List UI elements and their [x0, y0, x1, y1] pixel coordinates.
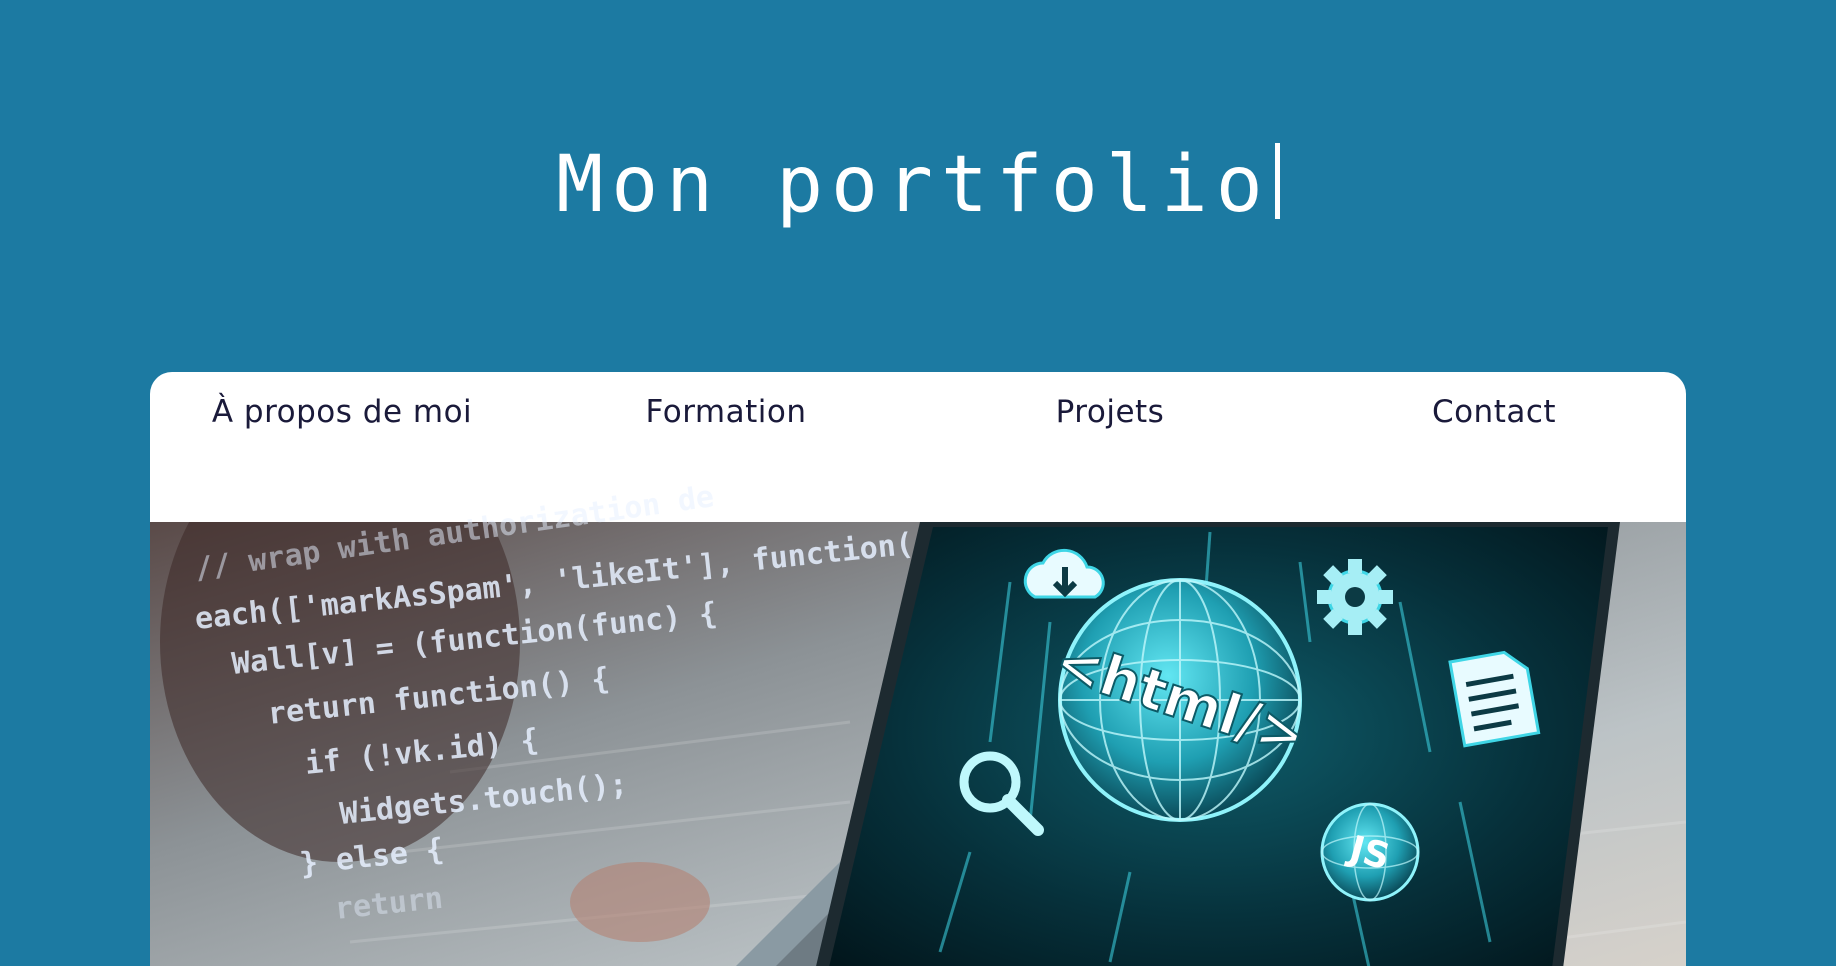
content-card: À propos de moi Formation Projets Contac…	[150, 372, 1686, 966]
document-icon	[1448, 650, 1541, 748]
hero-image: // wrap with authorization de each(['mar…	[150, 479, 1686, 966]
cloud-download-icon	[1023, 548, 1105, 599]
typing-cursor	[1274, 143, 1280, 219]
nav-item-about[interactable]: À propos de moi	[150, 372, 534, 522]
page-title-text: Mon portfolio	[556, 140, 1271, 230]
globe-icon: <html/>	[1046, 578, 1314, 822]
page-title: Mon portfolio	[0, 130, 1836, 240]
search-icon	[959, 751, 1044, 836]
js-badge-icon: JS	[1320, 802, 1420, 902]
nav-item-projects[interactable]: Projets	[918, 372, 1302, 522]
gear-icon	[1317, 559, 1393, 635]
main-nav: À propos de moi Formation Projets Contac…	[150, 372, 1686, 522]
laptop-screen: <html/> JS	[959, 548, 1541, 902]
nav-item-contact[interactable]: Contact	[1302, 372, 1686, 522]
